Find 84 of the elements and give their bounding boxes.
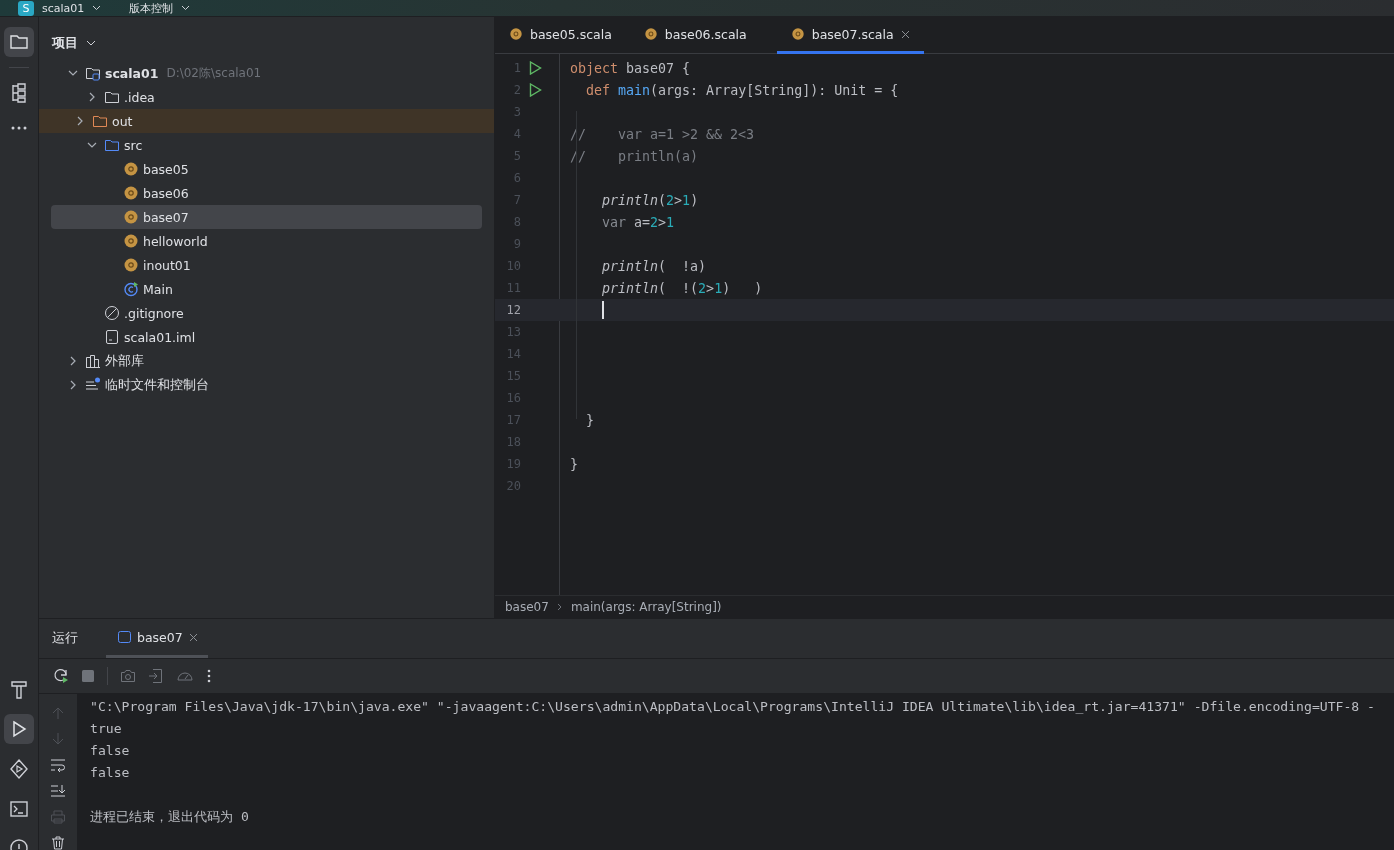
chevron-down-icon[interactable] (68, 68, 78, 78)
tree-item[interactable]: base06 (51, 181, 482, 205)
code-line: def main(args: Array[String]): Unit = { (585, 82, 899, 98)
project-letter-icon: S (18, 0, 34, 16)
soft-wrap-icon[interactable] (50, 758, 66, 772)
more-icon[interactable] (206, 668, 212, 685)
text-caret (602, 301, 604, 319)
console-output: false (90, 765, 130, 780)
object-icon (123, 161, 139, 177)
tree-item[interactable]: scala01.iml (51, 325, 482, 349)
project-path: D:\02陈\scala01 (166, 64, 262, 82)
folder-icon[interactable] (4, 27, 34, 57)
editor-tab[interactable]: base05.scala (507, 17, 642, 54)
object-icon (123, 233, 139, 249)
code-line: } (570, 456, 578, 472)
run-gutter-icon[interactable] (529, 61, 542, 75)
close-icon[interactable] (188, 632, 198, 642)
tree-item[interactable]: scala01 D:\02陈\scala01 (51, 61, 482, 85)
code-line: object base07 { (570, 60, 691, 76)
chevron-right-icon[interactable] (75, 116, 85, 126)
folder-icon (92, 113, 108, 129)
console-output: "C:\Program Files\Java\jdk-17\bin\java.exe" "-javaagent:C:\Users\admin\AppData\Local\Programs\IntelliJ IDEA Ultimate\lib\idea_rt.jar=41371" -Dfile.encoding=UTF-8 - (90, 699, 1375, 714)
tree-item[interactable]: out (39, 109, 494, 133)
caret-icon (181, 5, 191, 11)
console-output: true (90, 721, 122, 736)
chevron-down-icon[interactable] (87, 140, 97, 150)
tree-item[interactable]: Main (51, 277, 482, 301)
run-gutter-icon[interactable] (529, 83, 542, 97)
chevron-right-icon[interactable] (87, 92, 97, 102)
vcs-menu[interactable]: 版本控制 (129, 0, 191, 16)
tree-item[interactable]: base07 (51, 205, 482, 229)
folder-icon (104, 89, 120, 105)
rerun-icon[interactable] (53, 668, 69, 685)
code-line: // var a=1 >2 && 2<3 (570, 126, 755, 142)
breadcrumb[interactable]: main(args: Array[String]) (570, 600, 722, 614)
close-icon[interactable] (900, 29, 910, 39)
console-icon (118, 631, 131, 644)
library-icon (85, 353, 101, 369)
caret-icon (86, 40, 96, 46)
editor-tab[interactable]: base06.scala (641, 17, 777, 54)
code-line: } (585, 412, 595, 428)
chevron-right-icon[interactable] (68, 356, 78, 366)
exit-message: 进程已结束，退出代码为 0 (90, 809, 249, 824)
tree-item[interactable]: helloworld (51, 229, 482, 253)
project-badge[interactable]: S scala01 (18, 0, 102, 16)
trash-icon[interactable] (51, 836, 65, 850)
run-tab[interactable]: base07 (106, 619, 208, 659)
breadcrumb[interactable]: base07 (505, 600, 549, 614)
run-icon[interactable] (4, 714, 34, 744)
tree-item[interactable]: .idea (51, 85, 482, 109)
tree-item[interactable]: 外部库 (51, 349, 482, 373)
code-line: println(2>1) (601, 192, 699, 208)
stop-icon[interactable] (81, 669, 95, 684)
tree-item[interactable]: inout01 (51, 253, 482, 277)
folder-icon (104, 137, 120, 153)
scratches-icon (85, 377, 101, 393)
code-line: println( !a) (601, 258, 707, 274)
code-line: var a=2>1 (601, 214, 675, 230)
caret-icon (92, 5, 102, 11)
exit-icon[interactable] (148, 668, 164, 685)
object-icon (643, 27, 658, 41)
ignore-icon (104, 305, 120, 321)
code-line: // println(a) (570, 148, 699, 164)
scroll-to-end-icon[interactable] (50, 784, 66, 798)
tree-item[interactable]: .gitignore (51, 301, 482, 325)
project-view-title[interactable]: 项目 (52, 33, 96, 53)
project-folder-icon (85, 65, 101, 81)
class-run-icon (123, 281, 139, 297)
tree-item[interactable]: 临时文件和控制台 (51, 373, 482, 397)
chevron-right-icon[interactable] (68, 380, 78, 390)
run-panel-title: 运行 (52, 630, 78, 648)
tree-item[interactable]: base05 (51, 157, 482, 181)
object-icon (790, 27, 805, 41)
line-number: 12 (505, 303, 521, 317)
object-icon (123, 209, 139, 225)
tree-item[interactable]: src (51, 133, 482, 157)
code-line: println( !(2>1) ) (601, 280, 763, 296)
object-icon (123, 185, 139, 201)
file-icon (104, 329, 120, 345)
object-icon (509, 27, 523, 41)
object-icon (123, 257, 139, 273)
camera-icon[interactable] (120, 668, 136, 685)
console-output: false (90, 743, 130, 758)
chevron-right-icon (556, 603, 563, 611)
